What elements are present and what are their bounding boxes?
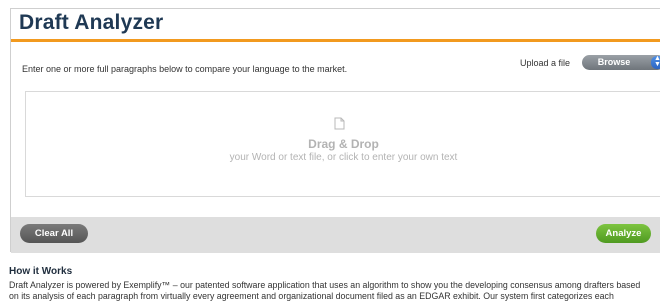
drop-zone[interactable]: Drag & Drop your Word or text file, or c… bbox=[25, 91, 660, 197]
clear-all-button[interactable]: Clear All bbox=[20, 224, 88, 243]
upload-label: Upload a file bbox=[520, 58, 571, 68]
how-it-works-line-1: Draft Analyzer is powered by Exemplify™ … bbox=[9, 280, 641, 290]
how-it-works-text: Draft Analyzer is powered by Exemplify™ … bbox=[9, 280, 659, 302]
action-bar bbox=[11, 217, 660, 253]
how-it-works-heading: How it Works bbox=[9, 266, 73, 277]
how-it-works-line-2: on its analysis of each paragraph from v… bbox=[9, 291, 614, 301]
analyze-button[interactable]: Analyze bbox=[596, 224, 651, 243]
document-icon bbox=[334, 117, 345, 130]
browse-button[interactable]: Browse ▲ ▼ bbox=[582, 55, 660, 70]
browse-label: Browse bbox=[597, 57, 631, 67]
select-arrows-icon: ▲ ▼ bbox=[651, 55, 660, 69]
page-title: Draft Analyzer bbox=[19, 11, 164, 34]
drop-zone-subtitle: your Word or text file, or click to ente… bbox=[229, 152, 458, 163]
draft-analyzer-panel: Draft Analyzer Enter one or more full pa… bbox=[10, 8, 660, 253]
drop-zone-title: Drag & Drop bbox=[308, 137, 379, 151]
intro-text: Enter one or more full paragraphs below … bbox=[22, 64, 348, 74]
title-divider bbox=[11, 39, 660, 42]
